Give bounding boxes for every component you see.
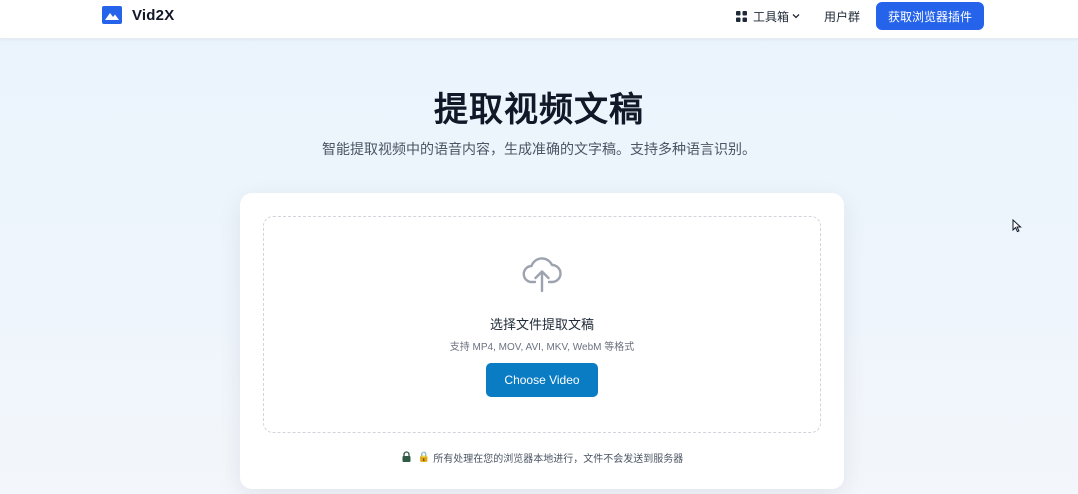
page-subtitle: 智能提取视频中的语音内容，生成准确的文字稿。支持多种语言识别。 [322, 141, 756, 157]
cloud-upload-icon [521, 253, 563, 295]
page-title: 提取视频文稿 [434, 91, 644, 129]
chevron-down-icon [792, 12, 800, 20]
tools-dropdown[interactable]: 工具箱 [735, 8, 800, 25]
mouse-cursor-icon [1012, 219, 1022, 233]
user-group-link[interactable]: 用户群 [824, 8, 860, 25]
brand-name: Vid2X [132, 6, 175, 24]
tools-label: 工具箱 [752, 9, 789, 24]
supported-formats-hint: 支持 MP4, MOV, AVI, MKV, WebM 等格式 [449, 342, 635, 353]
image-mountain-icon [102, 6, 122, 24]
privacy-notice: 🔒 所有处理在您的浏览器本地进行，文件不会发送到服务器 [240, 450, 844, 465]
upload-dropzone[interactable]: 选择文件提取文稿 支持 MP4, MOV, AVI, MKV, WebM 等格式… [263, 216, 821, 433]
choose-video-button[interactable]: Choose Video [486, 363, 598, 397]
upload-title: 选择文件提取文稿 [489, 317, 594, 332]
privacy-text: 所有处理在您的浏览器本地进行，文件不会发送到服务器 [433, 454, 684, 465]
brand-logo[interactable]: Vid2X [102, 5, 174, 25]
nav-actions: 工具箱 用户群 获取浏览器插件 [735, 2, 984, 30]
lock-emoji: 🔒 [417, 452, 431, 463]
grid-icon [735, 10, 747, 22]
get-extension-button[interactable]: 获取浏览器插件 [875, 2, 984, 30]
lock-icon [401, 450, 412, 465]
top-navbar: Vid2X 工具箱 用户群 获取浏览器插件 [0, 0, 1078, 39]
upload-card: 选择文件提取文稿 支持 MP4, MOV, AVI, MKV, WebM 等格式… [240, 193, 844, 489]
